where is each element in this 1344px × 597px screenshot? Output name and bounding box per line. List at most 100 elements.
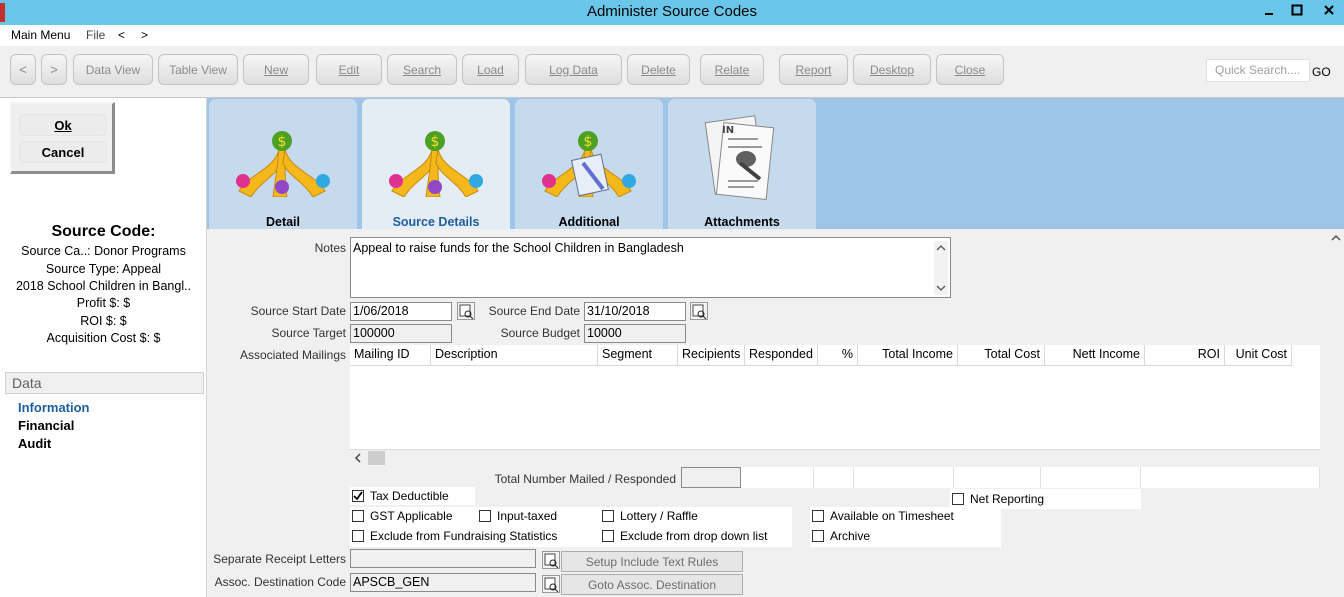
gst-applicable-checkbox[interactable]: GST Applicable <box>352 509 453 523</box>
scroll-up-icon[interactable] <box>1328 231 1344 245</box>
link-financial[interactable]: Financial <box>18 418 74 433</box>
checkbox-icon[interactable] <box>812 530 824 542</box>
gst-applicable-label: GST Applicable <box>370 509 453 523</box>
forward-button[interactable]: > <box>41 54 67 85</box>
vertical-scrollbar[interactable] <box>1328 229 1344 597</box>
total-cell-income <box>854 467 954 488</box>
total-mailed-label: Total Number Mailed / Responded <box>494 472 676 486</box>
setup-rules-button[interactable]: Setup Include Text Rules <box>561 551 743 572</box>
checkbox-icon[interactable] <box>602 510 614 522</box>
available-timesheet-checkbox[interactable]: Available on Timesheet <box>812 509 954 523</box>
tab-attachments[interactable]: IN Attachments <box>668 99 816 229</box>
col-roi[interactable]: ROI <box>1145 345 1225 366</box>
menu-back[interactable]: < <box>118 28 125 42</box>
archive-checkbox[interactable]: Archive <box>812 529 870 543</box>
col-percent[interactable]: % <box>818 345 858 366</box>
tab-additional[interactable]: $ Additional <box>515 99 663 229</box>
tab-strip: $ Detail $ Source Details $ Additional I… <box>207 98 1344 229</box>
back-button[interactable]: < <box>10 54 36 85</box>
col-recipients[interactable]: Recipients <box>678 345 745 366</box>
target-field[interactable]: 100000 <box>350 324 452 343</box>
col-nett-income[interactable]: Nett Income <box>1045 345 1145 366</box>
menu-main[interactable]: Main Menu <box>11 28 70 42</box>
link-information[interactable]: Information <box>18 400 90 415</box>
receipt-letters-field[interactable] <box>350 549 536 568</box>
data-view-button[interactable]: Data View <box>73 54 153 85</box>
tab-detail[interactable]: $ Detail <box>209 99 357 229</box>
search-button[interactable]: Search <box>387 54 457 85</box>
col-mailing-id[interactable]: Mailing ID <box>350 345 431 366</box>
source-name: 2018 School Children in Bangl.. <box>15 279 192 293</box>
log-data-button[interactable]: Log Data <box>525 54 622 85</box>
tab-source-details[interactable]: $ Source Details <box>362 99 510 229</box>
budget-field[interactable]: 10000 <box>584 324 686 343</box>
maximize-button[interactable] <box>1283 0 1311 19</box>
checkbox-checked-icon[interactable] <box>352 490 364 502</box>
exclude-stats-checkbox[interactable]: Exclude from Fundraising Statistics <box>352 529 557 543</box>
edit-button[interactable]: Edit <box>316 54 382 85</box>
ok-button[interactable]: Ok <box>19 114 107 136</box>
col-description[interactable]: Description <box>431 345 598 366</box>
grid-horizontal-scrollbar[interactable] <box>350 449 1320 465</box>
total-cell-responded <box>741 467 814 488</box>
tab-detail-label: Detail <box>265 215 301 229</box>
mailings-grid[interactable]: Mailing ID Description Segment Recipient… <box>350 345 1320 465</box>
close-button[interactable]: Close <box>936 54 1004 85</box>
lottery-raffle-checkbox[interactable]: Lottery / Raffle <box>602 509 698 523</box>
col-unit-cost[interactable]: Unit Cost <box>1225 345 1292 366</box>
menu-bar: Main Menu File < > <box>0 25 1344 46</box>
delete-button[interactable]: Delete <box>627 54 690 85</box>
total-cell-cost <box>954 467 1041 488</box>
source-type: Source Type: Appeal <box>45 262 162 276</box>
ok-cancel-panel: Ok Cancel <box>10 102 115 174</box>
desktop-button[interactable]: Desktop <box>853 54 931 85</box>
scroll-left-icon[interactable] <box>350 450 386 466</box>
checkbox-icon[interactable] <box>952 493 964 505</box>
source-acquisition-cost: Acquisition Cost $: $ <box>46 331 161 345</box>
quick-search-input[interactable]: Quick Search.... <box>1206 59 1310 82</box>
checkbox-icon[interactable] <box>352 510 364 522</box>
checkbox-icon[interactable] <box>602 530 614 542</box>
dest-code-field[interactable]: APSCB_GEN <box>350 573 536 592</box>
goto-destination-button[interactable]: Goto Assoc. Destination <box>561 574 743 595</box>
table-view-button[interactable]: Table View <box>158 54 238 85</box>
receipt-letters-lookup-icon[interactable] <box>542 551 560 569</box>
end-date-field[interactable]: 31/10/2018 <box>584 302 686 321</box>
cancel-button[interactable]: Cancel <box>19 141 107 163</box>
notes-scrollbar[interactable] <box>934 241 948 295</box>
end-date-calendar-icon[interactable] <box>690 302 708 320</box>
checkbox-icon[interactable] <box>812 510 824 522</box>
total-cell-percent <box>814 467 854 488</box>
menu-file[interactable]: File <box>86 28 105 42</box>
checkbox-icon[interactable] <box>479 510 491 522</box>
menu-forward[interactable]: > <box>141 28 148 42</box>
input-taxed-checkbox[interactable]: Input-taxed <box>479 509 557 523</box>
available-timesheet-label: Available on Timesheet <box>830 509 954 523</box>
total-mailed-field <box>681 467 741 488</box>
report-button[interactable]: Report <box>779 54 848 85</box>
tax-deductible-checkbox[interactable]: Tax Deductible <box>352 489 449 503</box>
source-code-heading: Source Code: <box>51 223 156 240</box>
net-reporting-checkbox[interactable]: Net Reporting <box>952 492 1044 506</box>
source-profit: Profit $: $ <box>76 296 131 310</box>
col-total-income[interactable]: Total Income <box>858 345 958 366</box>
notes-textarea[interactable]: Appeal to raise funds for the School Chi… <box>350 237 951 298</box>
relate-button[interactable]: Relate <box>700 54 764 85</box>
minimize-button[interactable] <box>1255 0 1283 19</box>
input-taxed-label: Input-taxed <box>497 509 558 523</box>
close-window-button[interactable] <box>1313 0 1344 19</box>
source-roi: ROI $: $ <box>80 314 127 328</box>
new-button[interactable]: New <box>243 54 309 85</box>
load-button[interactable]: Load <box>462 54 519 85</box>
col-responded[interactable]: Responded <box>745 345 818 366</box>
link-audit[interactable]: Audit <box>18 436 51 451</box>
col-segment[interactable]: Segment <box>598 345 678 366</box>
money-fountain-icon: $ <box>236 131 330 197</box>
net-reporting-label: Net Reporting <box>970 492 1045 506</box>
start-date-field[interactable]: 1/06/2018 <box>350 302 452 321</box>
dest-code-lookup-icon[interactable] <box>542 575 560 593</box>
go-button[interactable]: GO <box>1312 65 1331 79</box>
col-total-cost[interactable]: Total Cost <box>958 345 1045 366</box>
checkbox-icon[interactable] <box>352 530 364 542</box>
exclude-dropdown-checkbox[interactable]: Exclude from drop down list <box>602 529 767 543</box>
